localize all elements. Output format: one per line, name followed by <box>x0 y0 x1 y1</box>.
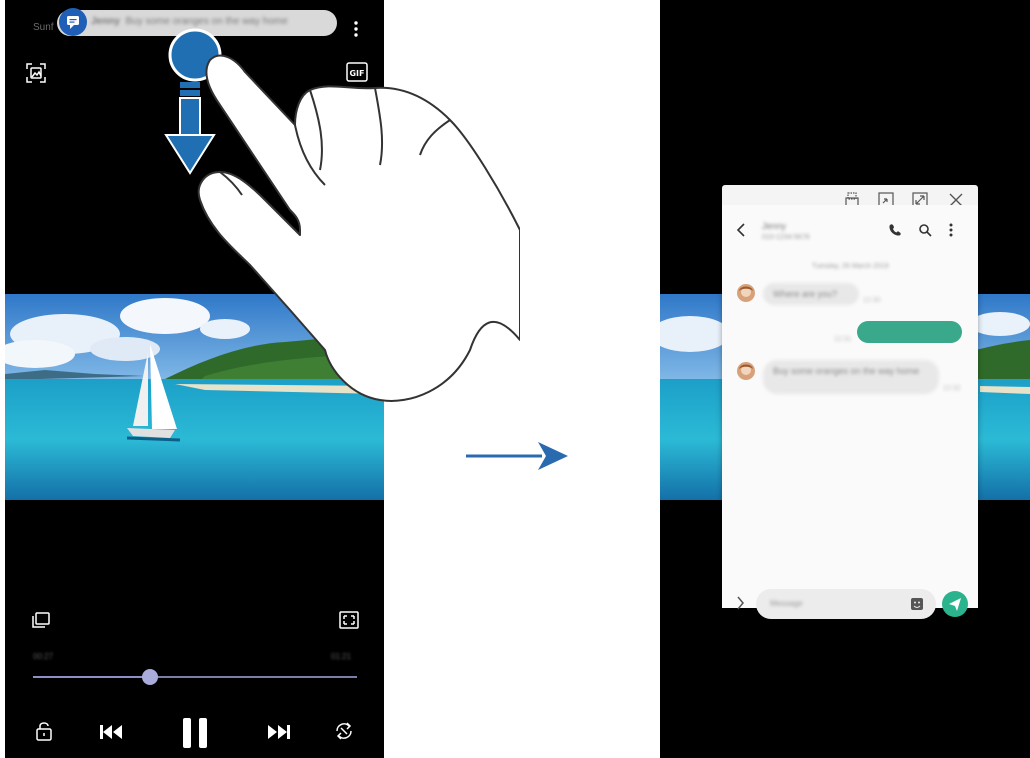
popup-play-icon[interactable] <box>31 611 51 634</box>
back-icon[interactable] <box>736 223 746 242</box>
message-input[interactable]: Message <box>756 589 936 619</box>
seek-bar[interactable] <box>33 669 357 685</box>
seek-progress <box>33 676 150 678</box>
popup-chat-window[interactable]: Jenny 010-1234-5678 Tuesday, 26 March 20… <box>722 185 978 619</box>
capture-icon[interactable] <box>25 62 47 89</box>
message-input-placeholder: Message <box>770 599 803 608</box>
lock-icon[interactable] <box>35 720 53 747</box>
seek-thumb[interactable] <box>141 669 158 685</box>
hand-illustration <box>197 54 520 402</box>
expand-icon[interactable] <box>736 596 745 615</box>
pause-icon[interactable] <box>181 716 209 755</box>
message-time: 12:32 <box>943 385 961 392</box>
chat-body: Jenny 010-1234-5678 Tuesday, 26 March 20… <box>722 205 978 619</box>
more-options-chat-icon[interactable] <box>948 222 954 243</box>
time-elapsed: 00:27 <box>33 652 54 661</box>
date-header: Tuesday, 26 March 2019 <box>812 263 889 270</box>
rotate-icon[interactable] <box>333 720 355 747</box>
fullscreen-icon[interactable] <box>339 611 359 634</box>
notification-sender: Jenny <box>91 16 120 27</box>
transition-arrow-icon <box>466 442 568 470</box>
contact-name: Jenny <box>762 221 787 231</box>
message-bubble-received[interactable]: Where are you? <box>763 283 859 305</box>
contact-number: 010-1234-5678 <box>762 234 810 241</box>
drag-gesture-illustration <box>164 28 520 402</box>
time-total: 01:21 <box>331 652 352 661</box>
message-bubble-received[interactable]: Buy some oranges on the way home <box>763 360 939 394</box>
drag-down-arrow-icon <box>164 82 216 175</box>
search-icon[interactable] <box>918 223 932 242</box>
sticker-icon[interactable] <box>910 597 924 616</box>
contact-avatar-icon <box>737 284 755 302</box>
message-time: 12:30 <box>863 297 881 304</box>
contact-avatar-icon <box>737 362 755 380</box>
previous-icon[interactable] <box>98 722 124 747</box>
send-button[interactable] <box>942 591 968 622</box>
message-bubble-sent[interactable] <box>857 321 962 343</box>
call-icon[interactable] <box>888 223 902 242</box>
video-title: Sunf <box>33 22 54 33</box>
message-time: 12:31 <box>834 336 852 343</box>
next-icon[interactable] <box>266 722 292 747</box>
message-badge-icon <box>59 8 87 36</box>
